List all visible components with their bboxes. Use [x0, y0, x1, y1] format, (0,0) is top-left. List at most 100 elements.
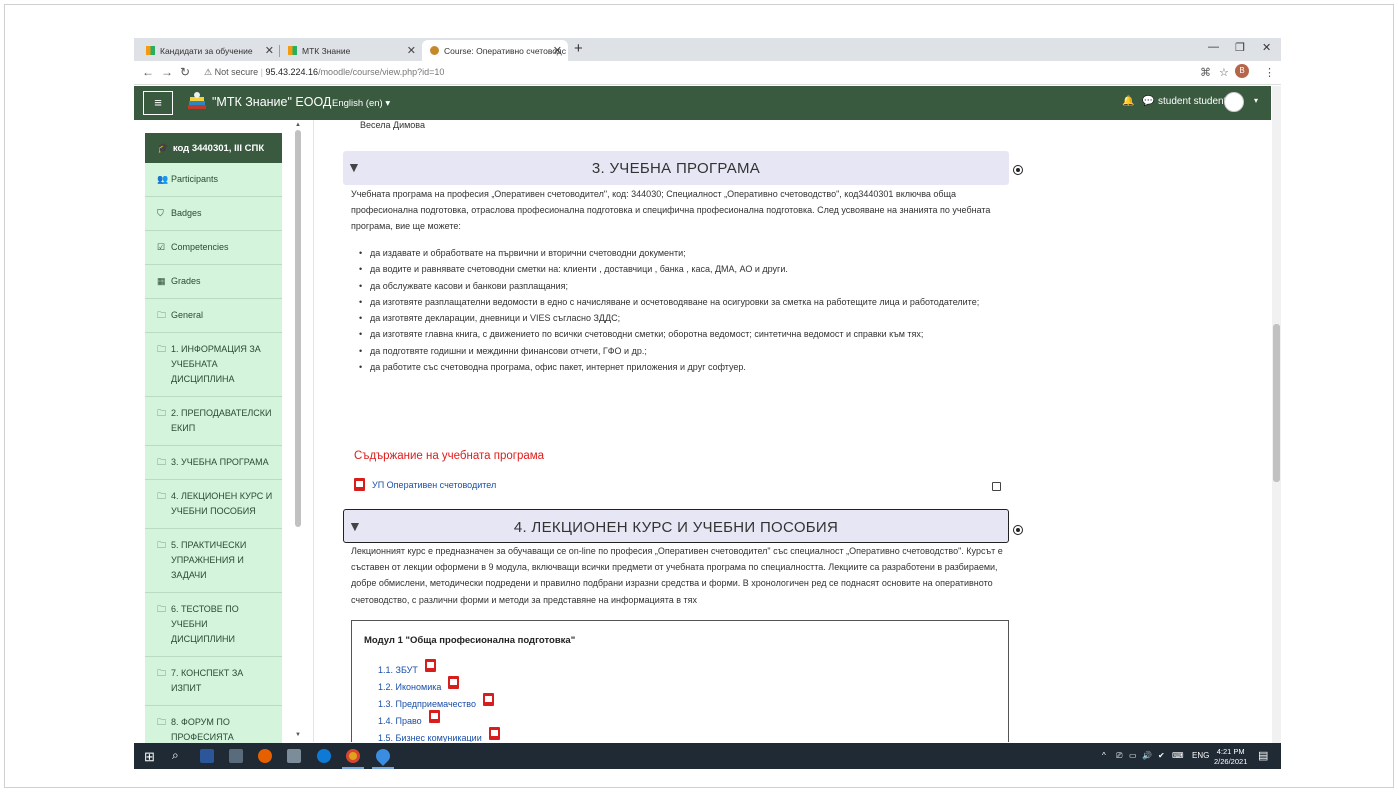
course-shortname[interactable]: 🎓 код 3440301, III СПК — [145, 133, 282, 163]
close-tab-icon[interactable]: ✕ — [553, 44, 562, 57]
sidebar-item[interactable]: 🗀 General — [145, 299, 282, 333]
restore-icon[interactable]: ❐ — [1235, 41, 1245, 54]
sidebar-item[interactable]: ▦ Grades — [145, 265, 282, 299]
notifications-bell-icon[interactable]: 🔔 — [1122, 96, 1134, 107]
sidebar-item[interactable]: 🗀 1. ИНФОРМАЦИЯ ЗА УЧЕБНАТА ДИСЦИПЛИНА — [145, 333, 282, 397]
folder-icon: 🗀 — [157, 457, 167, 467]
profile-avatar[interactable]: B — [1235, 64, 1249, 78]
sidebar-item-label: 1. ИНФОРМАЦИЯ ЗА УЧЕБНАТА ДИСЦИПЛИНА — [171, 344, 261, 384]
resource-up-link[interactable]: УП Оперативен счетоводител — [354, 478, 496, 491]
page-scroll-thumb[interactable] — [1273, 324, 1280, 482]
course-nav-drawer: 🎓 код 3440301, III СПК 👥 Participants ⛉ Bad… — [145, 133, 282, 743]
sidebar-item[interactable]: 🗀 6. ТЕСТОВЕ ПО УЧЕБНИ ДИСЦИПЛИНИ — [145, 593, 282, 657]
sidebar-scroll-down-icon[interactable]: ▼ — [295, 732, 301, 738]
sidebar-item[interactable]: 🗀 8. ФОРУМ ПО ПРОФЕСИЯТА — [145, 706, 282, 743]
sidebar-item[interactable]: ⛉ Badges — [145, 197, 282, 231]
close-tab-icon[interactable]: ✕ — [265, 44, 274, 57]
tray-language[interactable]: ENG — [1192, 751, 1209, 760]
sidebar-scroll-up-icon[interactable]: ▲ — [295, 122, 301, 128]
language-menu[interactable]: English (en) ▾ — [332, 98, 390, 109]
checkbox-icon: ☑ — [157, 242, 166, 252]
drop-app-icon[interactable] — [373, 746, 393, 766]
sidebar-item-label: Participants — [171, 174, 219, 184]
folder-icon: 🗀 — [157, 717, 167, 727]
list-item: да подготвяте годишни и междинни финансо… — [359, 343, 999, 360]
sidebar-scrollbar[interactable] — [295, 130, 301, 527]
user-name[interactable]: student student — [1158, 96, 1226, 107]
bookmark-star-icon[interactable]: ☆ — [1219, 66, 1229, 79]
module-link[interactable]: 1.1. ЗБУТ — [378, 659, 500, 678]
browser-window: Кандидати за обучение ✕ МТК Знание ✕ Cou… — [134, 38, 1281, 769]
program-content-title: Съдържание на учебната програма — [354, 450, 545, 462]
taskbar-clock[interactable]: 4:21 PM 2/26/2021 — [1214, 747, 1247, 767]
firefox-icon[interactable] — [258, 749, 272, 763]
messages-icon[interactable]: 💬 — [1142, 96, 1154, 107]
sidebar-item-label: 8. ФОРУМ ПО ПРОФЕСИЯТА — [171, 717, 234, 742]
minimize-icon[interactable]: — — [1208, 41, 1219, 53]
sidebar-item[interactable]: 🗀 3. УЧЕБНА ПРОГРАМА — [145, 446, 282, 480]
menu-dots-icon[interactable]: ⋮ — [1264, 66, 1275, 79]
highlight-radio-icon[interactable] — [1013, 165, 1023, 175]
sidebar-item[interactable]: 🗀 5. ПРАКТИЧЕСКИ УПРАЖНЕНИЯ И ЗАДАЧИ — [145, 529, 282, 593]
sidebar-item[interactable]: ☑ Competencies — [145, 231, 282, 265]
drawer-toggle-button[interactable]: ≡ — [143, 91, 173, 115]
chrome-icon[interactable] — [346, 749, 360, 763]
tray-volume-icon[interactable]: 🔊 — [1142, 751, 1152, 760]
warning-icon: ⚠ — [204, 67, 213, 77]
sidebar-item-label: 2. ПРЕПОДАВАТЕЛСКИ ЕКИП — [171, 408, 272, 433]
list-item: да изготвяте декларации, дневници и VIES… — [359, 310, 999, 327]
section-3-header[interactable]: ▼ 3. УЧЕБНА ПРОГРАМА — [343, 151, 1009, 185]
section-4-header[interactable]: ▼ 4. ЛЕКЦИОНЕН КУРС И УЧЕБНИ ПОСОБИЯ — [343, 509, 1009, 543]
sidebar-item[interactable]: 🗀 2. ПРЕПОДАВАТЕЛСКИ ЕКИП — [145, 397, 282, 446]
forward-icon[interactable]: → — [161, 65, 173, 79]
section-4-title: 4. ЛЕКЦИОНЕН КУРС И УЧЕБНИ ПОСОБИЯ — [513, 519, 839, 536]
qr-icon[interactable]: ⌘ — [1200, 66, 1211, 79]
sidebar-item[interactable]: 🗀 4. ЛЕКЦИОНЕН КУРС И УЧЕБНИ ПОСОБИЯ — [145, 480, 282, 529]
sidebar-item[interactable]: 🗀 7. КОНСПЕКТ ЗА ИЗПИТ — [145, 657, 282, 706]
tab-bar: Кандидати за обучение ✕ МТК Знание ✕ Cou… — [134, 38, 1281, 61]
highlight-radio-icon[interactable] — [1013, 525, 1023, 535]
course-shortname-label: код 3440301, III СПК — [172, 142, 265, 154]
tray-chevron-icon[interactable]: ^ — [1102, 751, 1106, 760]
tray-display-icon[interactable]: ▭ — [1129, 751, 1137, 760]
section-3-intro: Учебната програма на професия „Оперативе… — [351, 189, 991, 232]
pdf-icon — [354, 478, 365, 491]
completion-checkbox[interactable] — [992, 482, 1001, 491]
tray-network-icon[interactable]: ⎚ — [1116, 751, 1122, 761]
tray-keyboard-icon[interactable]: ⌨ — [1172, 751, 1184, 760]
pdf-icon — [448, 676, 460, 689]
page-scrollbar[interactable] — [1272, 86, 1281, 743]
close-window-icon[interactable]: ✕ — [1262, 41, 1271, 54]
module-link[interactable]: 1.5. Бизнес комуникации — [378, 727, 500, 742]
tab-mtk[interactable]: МТК Знание ✕ — [280, 40, 422, 61]
user-avatar[interactable] — [1224, 92, 1244, 112]
calculator-icon[interactable] — [229, 749, 243, 763]
folder-icon: 🗀 — [157, 604, 167, 614]
site-brand[interactable]: "МТК Знание" ЕООД — [212, 95, 331, 109]
word-icon[interactable] — [200, 749, 214, 763]
search-icon[interactable]: ⌕ — [172, 748, 179, 763]
edge-icon[interactable] — [317, 749, 331, 763]
user-menu-caret-icon[interactable]: ▾ — [1254, 96, 1258, 105]
folder-icon: 🗀 — [157, 491, 167, 501]
section-4-intro: Лекционният курс е предназначен за обуча… — [351, 546, 1003, 605]
module-link-label: 1.2. Икономика — [378, 681, 442, 692]
tab-candidates[interactable]: Кандидати за обучение ✕ — [138, 40, 280, 61]
reload-icon[interactable]: ↻ — [180, 65, 190, 79]
url-field[interactable]: ⚠ Not secure | 95.43.224.16/moodle/cours… — [204, 67, 444, 78]
app-icon[interactable] — [287, 749, 301, 763]
module-link[interactable]: 1.4. Право — [378, 710, 500, 729]
back-icon[interactable]: ← — [142, 65, 154, 79]
sidebar-item[interactable]: 👥 Participants — [145, 163, 282, 197]
new-tab-button[interactable]: + — [574, 40, 583, 57]
section-3-bullets: да издавате и обработвате на първични и … — [359, 245, 999, 376]
tray-security-icon[interactable]: ✔ — [1158, 751, 1165, 760]
tab-course[interactable]: Course: Оперативно счетоводс ✕ — [422, 40, 568, 61]
books-logo-icon — [188, 92, 206, 109]
action-center-icon[interactable]: ▤ — [1258, 749, 1268, 762]
sidebar-item-label: Competencies — [171, 242, 229, 252]
close-tab-icon[interactable]: ✕ — [407, 44, 416, 57]
windows-start-icon[interactable]: ⊞ — [144, 749, 155, 765]
teacher-name: Весела Димова — [360, 120, 425, 130]
module-link[interactable]: 1.2. Икономика — [378, 676, 500, 695]
